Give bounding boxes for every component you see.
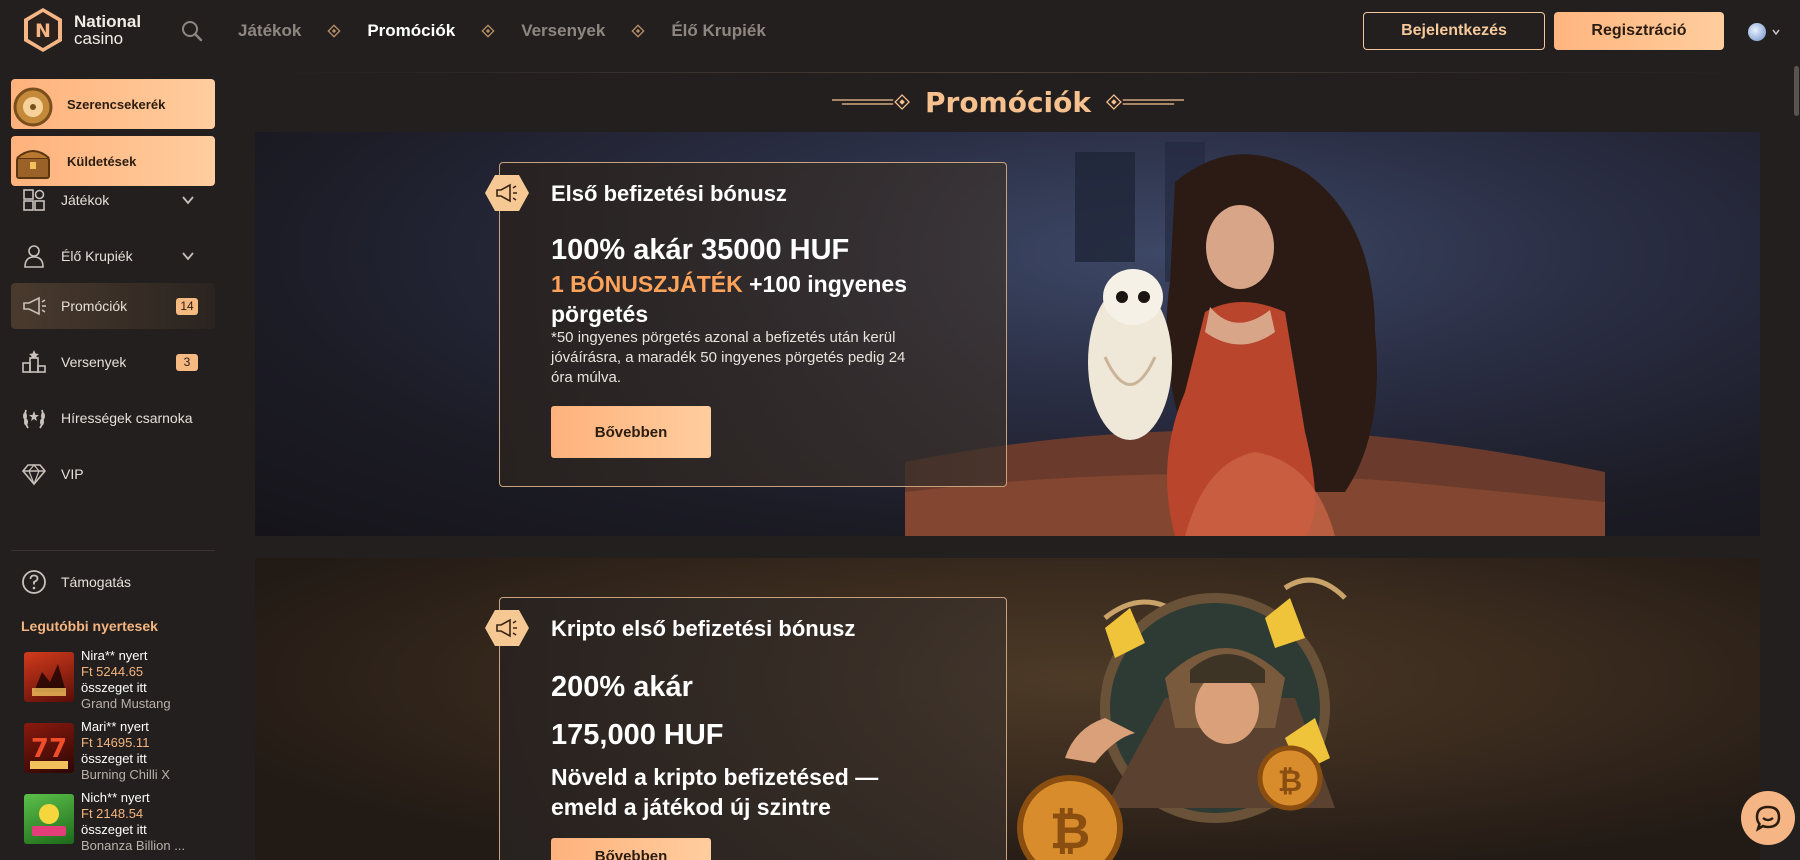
svg-text:N: N xyxy=(35,20,51,42)
bonus-game-accent: 1 BÓNUSZJÁTÉK xyxy=(551,271,743,297)
banner-artwork-miner-bitcoin: ₿ ₿ xyxy=(1017,577,1347,860)
sidebar-item-label: Versenyek xyxy=(61,354,127,370)
wheel-of-fortune-label: Szerencsekerék xyxy=(67,96,166,112)
brand-logo[interactable]: N National casino xyxy=(22,7,141,53)
promo-subheadline: Növeld a kripto befizetésed — emeld a já… xyxy=(551,764,879,820)
top-header: N National casino Játékok Promóciók Vers… xyxy=(0,0,1800,62)
more-info-button[interactable]: Bővebben xyxy=(551,838,711,860)
diamond-separator-icon xyxy=(327,24,341,38)
nav-promotions[interactable]: Promóciók xyxy=(367,21,455,41)
tournaments-count-badge: 3 xyxy=(176,354,198,371)
chevron-down-icon xyxy=(1772,29,1780,36)
sidebar-item-live-dealers[interactable]: Élő Krupiék xyxy=(11,233,215,279)
game-thumbnail: 77 xyxy=(24,723,74,773)
sidebar-item-vip[interactable]: VIP xyxy=(11,451,215,497)
promo-card-crypto: Kripto első befizetési bónusz 200% akár … xyxy=(485,597,1007,860)
promo-banner-crypto: ₿ ₿ xyxy=(255,558,1760,860)
recent-win-item[interactable]: Nira** nyert Ft 5244.65 összeget itt Gra… xyxy=(24,648,214,712)
brand-subname: casino xyxy=(74,29,124,48)
recent-win-item[interactable]: Nich** nyert Ft 2148.54 összeget itt Bon… xyxy=(24,790,214,854)
help-icon xyxy=(22,570,46,594)
chevron-down-icon xyxy=(182,196,194,205)
promo-card-first-deposit: Első befizetési bónusz 100% akár 35000 H… xyxy=(485,162,1007,487)
fortune-wheel-icon xyxy=(13,87,53,127)
nav-tournaments[interactable]: Versenyek xyxy=(521,21,605,41)
game-thumbnail xyxy=(24,652,74,702)
wheel-of-fortune-button[interactable]: Szerencsekerék xyxy=(11,79,215,129)
main-nav: Játékok Promóciók Versenyek Élő Krupiék xyxy=(238,0,766,62)
promo-title: Első befizetési bónusz xyxy=(551,181,787,206)
login-button[interactable]: Bejelentkezés xyxy=(1363,12,1545,50)
brand-name: National xyxy=(74,12,142,31)
nav-games[interactable]: Játékok xyxy=(238,21,301,41)
promo-headline-amount: 175,000 HUF xyxy=(551,719,724,751)
promo-title: Kripto első befizetési bónusz xyxy=(551,616,856,641)
search-icon[interactable] xyxy=(180,19,204,43)
title-ornament-right-icon xyxy=(1106,94,1184,110)
puzzle-icon xyxy=(23,189,45,211)
missions-label: Küldetések xyxy=(67,153,137,169)
top-divider xyxy=(255,72,1760,73)
game-thumbnail xyxy=(24,794,74,844)
sidebar-item-label: Támogatás xyxy=(61,574,132,590)
live-chat-button[interactable] xyxy=(1741,791,1795,845)
laurel-icon xyxy=(23,409,45,429)
dealer-icon xyxy=(24,245,44,268)
sidebar-item-hall-of-fame[interactable]: Hírességek csarnoka xyxy=(11,395,215,441)
banner-artwork-sorceress-owl xyxy=(905,142,1605,536)
main-content: Promóciók Első befizetési bónusz 100% ak… xyxy=(255,62,1760,860)
title-ornament-left-icon xyxy=(832,94,910,110)
diamond-icon xyxy=(21,464,47,486)
globe-icon xyxy=(1748,23,1766,41)
tournament-icon xyxy=(22,350,46,373)
sidebar-item-promotions[interactable]: Promóciók 14 xyxy=(11,283,215,329)
promo-headline: 200% akár xyxy=(551,671,693,703)
sidebar-item-label: Élő Krupiék xyxy=(61,248,133,264)
chevron-down-icon xyxy=(182,252,194,261)
promo-headline: 100% akár 35000 HUF xyxy=(551,234,850,266)
promo-banner-first-deposit xyxy=(255,132,1760,536)
page-scrollbar-track[interactable] xyxy=(1790,62,1800,860)
megaphone-badge-icon xyxy=(485,610,529,646)
nav-live-dealers[interactable]: Élő Krupiék xyxy=(671,21,765,41)
page-title-block: Promóciók xyxy=(832,82,1184,122)
register-button[interactable]: Regisztráció xyxy=(1554,12,1724,50)
logo-badge-icon: N xyxy=(22,7,64,53)
more-info-button[interactable]: Bővebben xyxy=(551,406,711,458)
sidebar-item-label: Hírességek csarnoka xyxy=(61,410,193,426)
language-selector[interactable] xyxy=(1748,22,1788,42)
promotions-count-badge: 14 xyxy=(176,298,198,315)
page-title: Promóciók xyxy=(924,85,1092,119)
sidebar-divider xyxy=(11,550,215,551)
chat-icon xyxy=(1755,805,1781,832)
diamond-separator-icon xyxy=(631,24,645,38)
recent-wins-title: Legutóbbi nyertesek xyxy=(21,618,158,634)
page-scrollbar-thumb[interactable] xyxy=(1794,66,1799,116)
sidebar: Szerencsekerék Küldetések Játékok Élő Kr… xyxy=(0,62,215,860)
sidebar-item-label: Játékok xyxy=(61,192,110,208)
megaphone-badge-icon xyxy=(485,175,529,211)
sidebar-item-games[interactable]: Játékok xyxy=(11,177,215,223)
promo-subheadline: 1 BÓNUSZJÁTÉK +100 ingyenes pörgetés xyxy=(551,271,907,327)
svg-text:₿: ₿ xyxy=(1278,764,1302,799)
svg-text:77: 77 xyxy=(31,734,67,764)
sidebar-item-label: Promóciók xyxy=(61,298,128,314)
sidebar-item-label: VIP xyxy=(61,466,84,482)
svg-text:₿: ₿ xyxy=(1050,802,1091,860)
sidebar-item-support[interactable]: Támogatás xyxy=(11,559,215,605)
promo-note: *50 ingyenes pörgetés azonal a befizetés… xyxy=(551,329,906,386)
sidebar-item-tournaments[interactable]: Versenyek 3 xyxy=(11,339,215,385)
recent-win-item[interactable]: 77 Mari** nyert Ft 14695.11 összeget itt… xyxy=(24,719,214,783)
megaphone-icon xyxy=(23,296,46,316)
diamond-separator-icon xyxy=(481,24,495,38)
